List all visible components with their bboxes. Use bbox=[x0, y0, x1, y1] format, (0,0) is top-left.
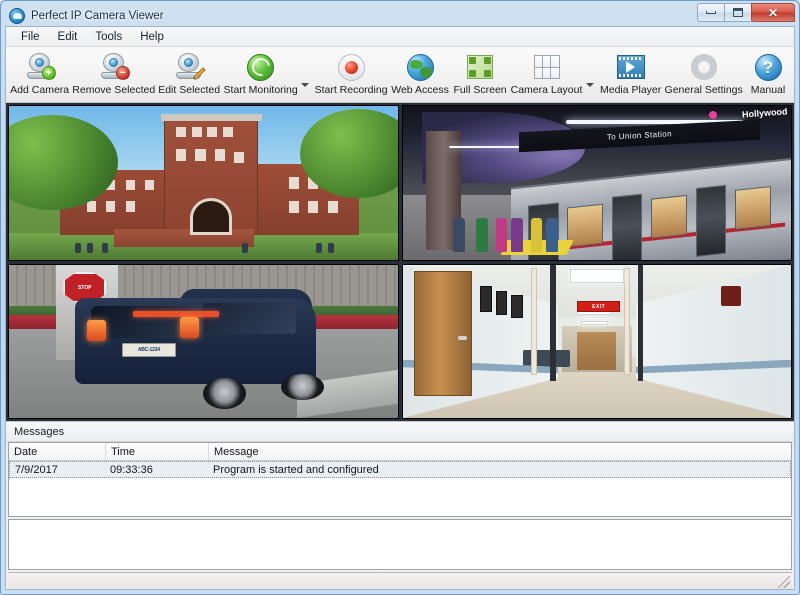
remove-selected-button[interactable]: − Remove Selected bbox=[71, 51, 156, 96]
menu-bar: File Edit Tools Help bbox=[6, 27, 794, 47]
station-sign-text: To Union Station bbox=[607, 130, 672, 142]
add-camera-label: Add Camera bbox=[10, 84, 69, 96]
media-player-button[interactable]: Media Player bbox=[598, 51, 663, 96]
add-camera-button[interactable]: + Add Camera bbox=[8, 51, 71, 96]
menu-item-edit[interactable]: Edit bbox=[49, 29, 87, 45]
messages-table[interactable]: Date Time Message 7/9/2017 09:33:36 Prog… bbox=[8, 442, 792, 517]
manual-label: Manual bbox=[751, 84, 785, 96]
general-settings-label: General Settings bbox=[665, 84, 743, 96]
start-recording-icon bbox=[338, 52, 365, 82]
cell-time: 09:33:36 bbox=[105, 462, 208, 477]
start-recording-label: Start Recording bbox=[315, 84, 388, 96]
web-access-button[interactable]: Web Access bbox=[389, 51, 451, 96]
column-header-message[interactable]: Message bbox=[209, 443, 791, 460]
help-icon: ? bbox=[755, 52, 782, 82]
edit-selected-button[interactable]: Edit Selected bbox=[156, 51, 222, 96]
web-access-label: Web Access bbox=[391, 84, 449, 96]
fullscreen-icon bbox=[467, 52, 493, 82]
resize-grip-icon[interactable] bbox=[778, 576, 790, 588]
start-recording-button[interactable]: Start Recording bbox=[313, 51, 389, 96]
messages-pane: Messages Date Time Message 7/9/2017 09:3… bbox=[6, 421, 794, 589]
title-bar[interactable]: Perfect IP Camera Viewer ✕ bbox=[5, 5, 795, 26]
hospital-corridor-scene: EXIT bbox=[403, 265, 792, 419]
media-player-label: Media Player bbox=[600, 84, 661, 96]
gear-icon bbox=[691, 52, 717, 82]
maximize-icon bbox=[733, 8, 743, 17]
grid-layout-icon bbox=[534, 52, 560, 82]
cell-message: Program is started and configured bbox=[208, 462, 790, 477]
secondary-list-panel[interactable] bbox=[8, 519, 792, 570]
cell-date: 7/9/2017 bbox=[10, 462, 105, 477]
camera-layout-dropdown-icon[interactable] bbox=[586, 83, 594, 87]
table-row[interactable]: 7/9/2017 09:33:36 Program is started and… bbox=[9, 461, 791, 478]
remove-camera-icon: − bbox=[99, 52, 129, 82]
start-monitoring-button[interactable]: Start Monitoring bbox=[222, 51, 299, 96]
edit-camera-icon bbox=[174, 52, 204, 82]
add-camera-icon: + bbox=[25, 52, 55, 82]
camera-panel-4[interactable]: EXIT bbox=[402, 264, 793, 420]
campus-building-scene bbox=[9, 106, 398, 260]
camera-icon bbox=[9, 8, 25, 24]
messages-header: Messages bbox=[6, 422, 794, 442]
camera-layout-label: Camera Layout bbox=[511, 84, 583, 96]
license-plate: ABC-1234 bbox=[122, 343, 176, 357]
client-area: File Edit Tools Help + Add Camera bbox=[5, 26, 795, 590]
parking-exit-scene: STOP ABC-1234 bbox=[9, 265, 398, 419]
window-controls: ✕ bbox=[698, 3, 795, 23]
globe-icon bbox=[407, 52, 434, 82]
camera-panel-3[interactable]: STOP ABC-1234 bbox=[8, 264, 399, 420]
window-title: Perfect IP Camera Viewer bbox=[31, 10, 164, 22]
column-header-time[interactable]: Time bbox=[106, 443, 209, 460]
application-window: Perfect IP Camera Viewer ✕ File Edit Too… bbox=[0, 0, 800, 595]
pencil-icon bbox=[191, 66, 207, 82]
edit-selected-label: Edit Selected bbox=[158, 84, 220, 96]
minimize-button[interactable] bbox=[697, 3, 725, 22]
camera-panel-1[interactable] bbox=[8, 105, 399, 261]
general-settings-button[interactable]: General Settings bbox=[663, 51, 744, 96]
status-bar bbox=[8, 572, 792, 589]
close-button[interactable]: ✕ bbox=[751, 3, 795, 22]
exit-sign: EXIT bbox=[577, 301, 620, 312]
start-monitoring-icon bbox=[247, 52, 274, 82]
full-screen-button[interactable]: Full Screen bbox=[451, 51, 509, 96]
media-player-icon bbox=[617, 52, 645, 82]
minimize-icon bbox=[706, 11, 716, 14]
camera-panel-2[interactable]: To Union Station Hollywood bbox=[402, 105, 793, 261]
column-header-date[interactable]: Date bbox=[9, 443, 106, 460]
manual-button[interactable]: ? Manual bbox=[744, 51, 792, 96]
camera-grid: To Union Station Hollywood STOP bbox=[6, 103, 794, 421]
menu-item-tools[interactable]: Tools bbox=[86, 29, 131, 45]
full-screen-label: Full Screen bbox=[454, 84, 507, 96]
menu-item-file[interactable]: File bbox=[12, 29, 49, 45]
start-monitoring-dropdown-icon[interactable] bbox=[301, 83, 309, 87]
start-monitoring-label: Start Monitoring bbox=[224, 84, 298, 96]
camera-layout-button[interactable]: Camera Layout bbox=[509, 51, 584, 96]
messages-column-header: Date Time Message bbox=[9, 443, 791, 461]
maximize-button[interactable] bbox=[724, 3, 752, 22]
remove-selected-label: Remove Selected bbox=[72, 84, 155, 96]
menu-item-help[interactable]: Help bbox=[131, 29, 173, 45]
toolbar: + Add Camera − Remove Selected bbox=[6, 47, 794, 103]
subway-platform-scene: To Union Station Hollywood bbox=[403, 106, 792, 260]
